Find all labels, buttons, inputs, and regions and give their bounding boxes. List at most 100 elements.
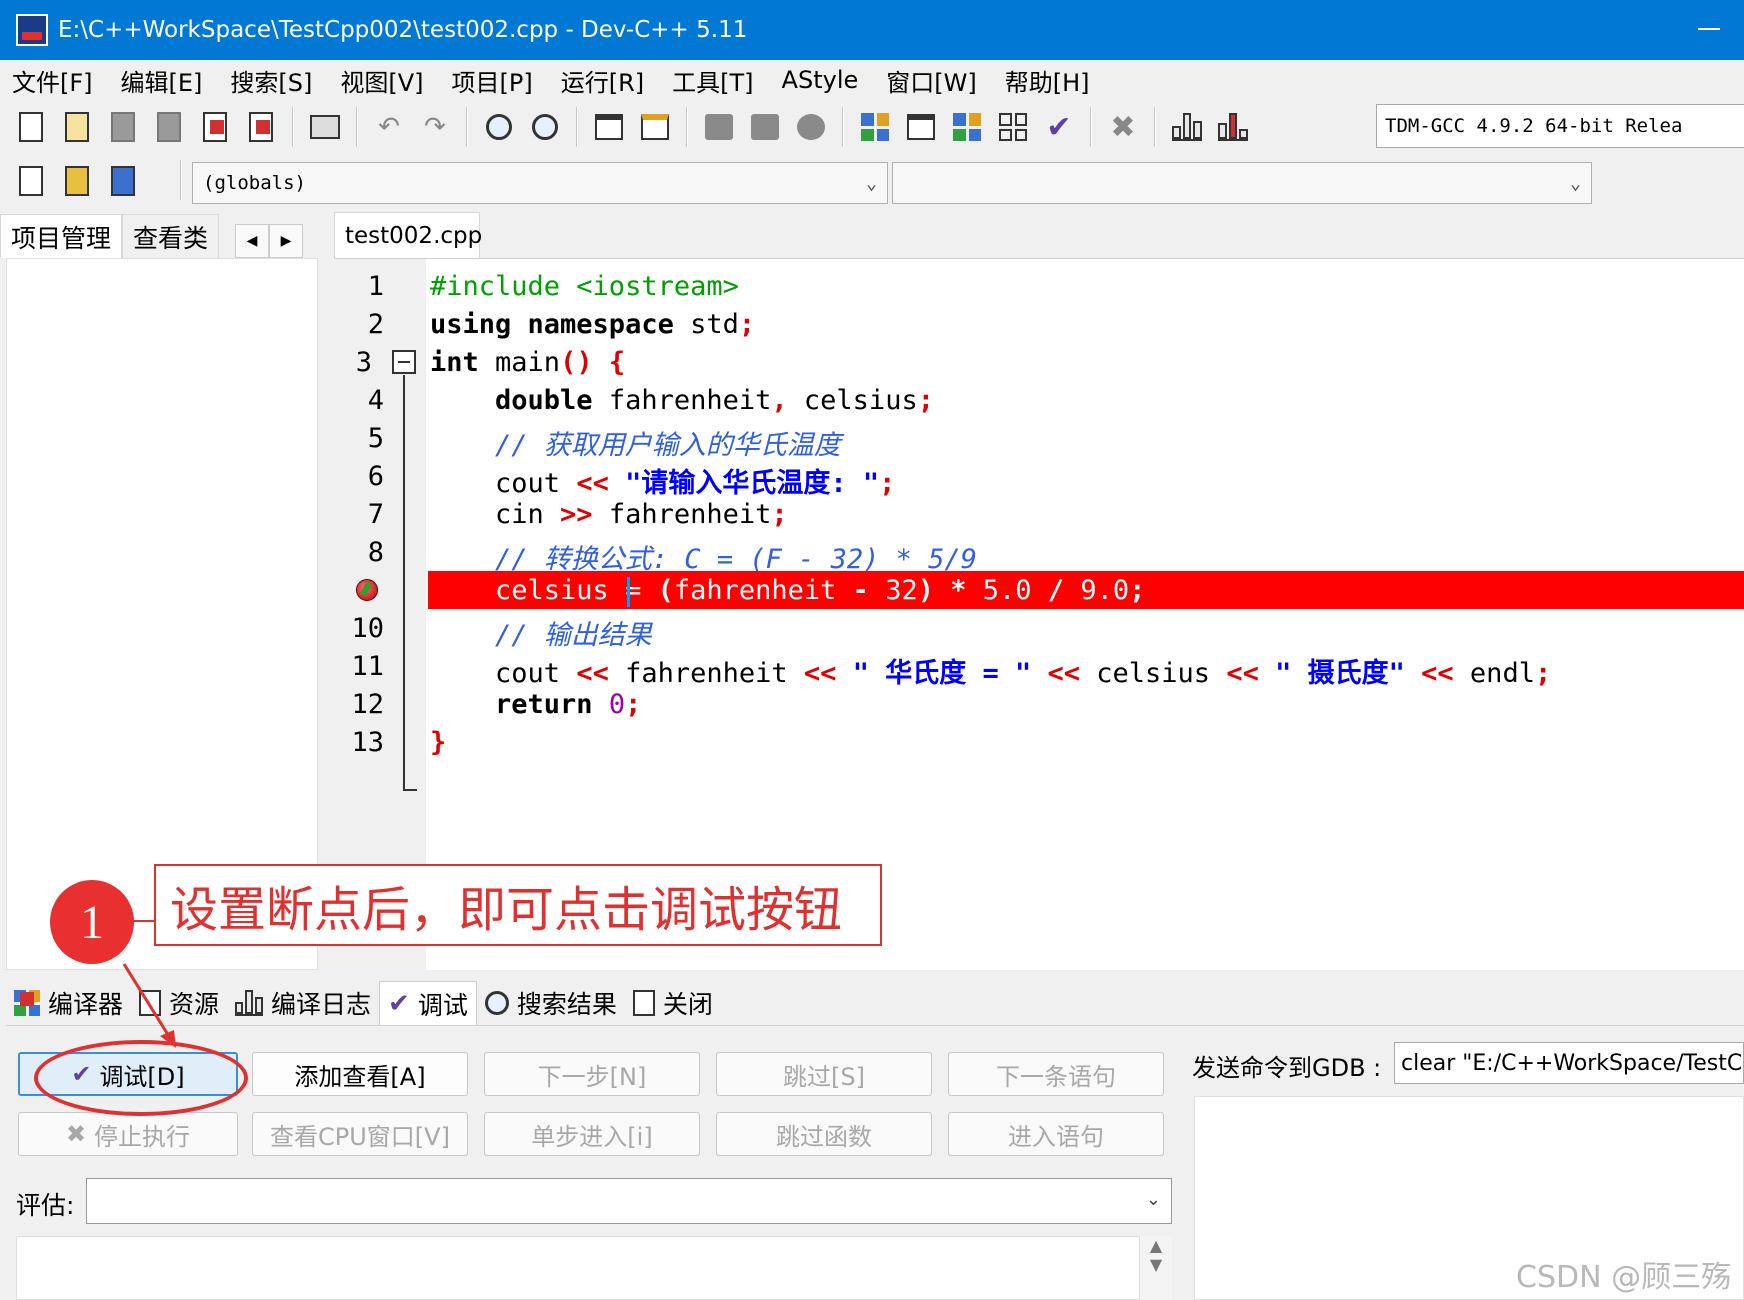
line-number: 6 <box>367 461 384 492</box>
code-line: 3 int main() { <box>334 343 1744 381</box>
menu-run[interactable]: 运行[R] <box>561 63 644 98</box>
bottom-panel-tabs: 编译器 资源 编译日志 ✔ 调试 搜索结果 关闭 <box>6 980 1744 1026</box>
minimize-button[interactable] <box>1698 16 1720 38</box>
stop-icon: ✖ <box>65 1120 87 1148</box>
cpu-window-button[interactable]: 查看CPU窗口[V] <box>252 1112 468 1156</box>
menu-project[interactable]: 项目[P] <box>452 63 533 98</box>
find-button[interactable] <box>480 108 518 146</box>
code-line: 2 using namespace std; <box>334 305 1744 343</box>
rebuild-button[interactable] <box>994 108 1032 146</box>
menu-tools[interactable]: 工具[T] <box>672 63 753 98</box>
code-text: return 0; <box>495 689 642 720</box>
chevron-left-icon[interactable]: ◀ <box>235 224 270 258</box>
chevron-down-icon: ⌄ <box>866 173 877 194</box>
evaluate-input[interactable]: ⌄ <box>86 1178 1172 1224</box>
profile-button[interactable] <box>1168 108 1206 146</box>
line-number: 8 <box>367 537 384 568</box>
evaluate-label: 评估: <box>16 1191 75 1220</box>
menu-help[interactable]: 帮助[H] <box>1005 63 1090 98</box>
menu-file[interactable]: 文件[F] <box>12 63 93 98</box>
undo-button[interactable]: ↶ <box>370 108 408 146</box>
menu-view[interactable]: 视图[V] <box>340 63 423 98</box>
window-title: E:\C++WorkSpace\TestCpp002\test002.cpp -… <box>58 17 748 43</box>
indent-button[interactable] <box>746 108 784 146</box>
compile-icon <box>861 113 889 141</box>
menu-bar: 文件[F] 编辑[E] 搜索[S] 视图[V] 项目[P] 运行[R] 工具[T… <box>0 60 1744 100</box>
menu-search[interactable]: 搜索[S] <box>230 63 312 98</box>
run-button[interactable] <box>902 108 940 146</box>
find-icon <box>486 114 512 140</box>
editor-tab-file[interactable]: test002.cpp <box>334 212 482 258</box>
code-text: } <box>430 727 447 758</box>
compile-button[interactable] <box>856 108 894 146</box>
step-into-button[interactable]: 单步进入[i] <box>484 1112 700 1156</box>
menu-edit[interactable]: 编辑[E] <box>121 63 203 98</box>
replace-button[interactable] <box>526 108 564 146</box>
close-file-button[interactable] <box>196 108 234 146</box>
tab-project-manager[interactable]: 项目管理 <box>0 214 123 258</box>
skip-function-button[interactable]: 跳过函数 <box>716 1112 932 1156</box>
watermark: CSDN @顾三殇 <box>1516 1260 1732 1295</box>
next-step-button[interactable]: 下一步[N] <box>484 1052 700 1096</box>
debug-button[interactable]: ✔ 调试[D] <box>18 1052 238 1096</box>
function-combo[interactable]: ⌄ <box>892 162 1592 204</box>
save-button[interactable] <box>104 108 142 146</box>
delete-profile-button[interactable] <box>1214 108 1252 146</box>
tab-search-results[interactable]: 搜索结果 <box>477 981 625 1025</box>
bookmark-button[interactable] <box>636 108 674 146</box>
open-button[interactable] <box>58 108 96 146</box>
chevron-up-icon[interactable]: ▲ <box>1150 1236 1162 1255</box>
menu-astyle[interactable]: AStyle <box>782 66 859 94</box>
tab-label: 编译日志 <box>271 990 372 1019</box>
chevron-right-icon[interactable]: ▶ <box>269 224 304 258</box>
gdb-command-input[interactable]: clear "E:/C++WorkSpace/TestCpp <box>1394 1042 1744 1084</box>
main-toolbar: ↶ ↷ ✔ ✖ <box>8 104 1372 150</box>
indent-icon <box>751 114 779 140</box>
goto-line-button[interactable] <box>590 108 628 146</box>
tab-debug[interactable]: ✔ 调试 <box>379 981 477 1025</box>
compiler-select[interactable]: TDM-GCC 4.9.2 64-bit Relea <box>1376 104 1744 148</box>
add-to-project-button[interactable] <box>58 162 96 200</box>
evaluate-scrollbar[interactable]: ▲ ▼ <box>1140 1236 1172 1300</box>
scope-combo[interactable]: (globals) ⌄ <box>192 162 888 204</box>
toolbar-separator <box>292 107 294 147</box>
tab-compile-log[interactable]: 编译日志 <box>227 981 379 1025</box>
tab-close[interactable]: 关闭 <box>625 981 721 1025</box>
search-icon <box>484 991 509 1015</box>
breakpoint-icon[interactable] <box>356 579 378 601</box>
close-all-button[interactable] <box>242 108 280 146</box>
code-text: celsius = (fahrenheit - 32) * 5.0 / 9.0; <box>430 575 1146 607</box>
compile-run-button[interactable] <box>948 108 986 146</box>
skip-button[interactable]: 跳过[S] <box>716 1052 932 1096</box>
unindent-button[interactable] <box>700 108 738 146</box>
remove-from-project-button[interactable] <box>104 162 142 200</box>
text-cursor <box>627 576 631 607</box>
new-project-button[interactable] <box>12 162 50 200</box>
redo-button[interactable]: ↷ <box>416 108 454 146</box>
menu-window[interactable]: 窗口[W] <box>886 63 976 98</box>
into-statement-button[interactable]: 进入语句 <box>948 1112 1164 1156</box>
toggle-comment-button[interactable] <box>792 108 830 146</box>
annotation-number-badge: 1 <box>50 880 134 964</box>
add-watch-button[interactable]: 添加查看[A] <box>252 1052 468 1096</box>
save-all-button[interactable] <box>150 108 188 146</box>
new-file-button[interactable] <box>12 108 50 146</box>
close-all-icon <box>249 112 273 142</box>
tab-class-browser[interactable]: 查看类 <box>122 214 220 258</box>
code-line: 12 return 0; <box>334 685 1744 723</box>
tab-resources[interactable]: 资源 <box>131 981 227 1025</box>
stop-execution-button[interactable]: ✖ 停止执行 <box>18 1112 238 1156</box>
code-text: using namespace std; <box>430 309 756 340</box>
evaluate-output[interactable] <box>16 1236 1140 1300</box>
chart-bars-icon <box>235 990 264 1016</box>
chevron-down-icon[interactable]: ▼ <box>1150 1255 1162 1274</box>
toolbar-separator <box>1154 107 1156 147</box>
bookmark-icon <box>641 114 669 140</box>
debug-button-label: 调试[D] <box>99 1062 185 1091</box>
next-statement-button[interactable]: 下一条语句 <box>948 1052 1164 1096</box>
debug-toolbar-button[interactable]: ✔ <box>1040 108 1078 146</box>
stop-toolbar-button[interactable]: ✖ <box>1104 108 1142 146</box>
print-button[interactable] <box>306 108 344 146</box>
fold-collapse-icon[interactable] <box>392 350 416 374</box>
line-number: 12 <box>351 689 384 720</box>
